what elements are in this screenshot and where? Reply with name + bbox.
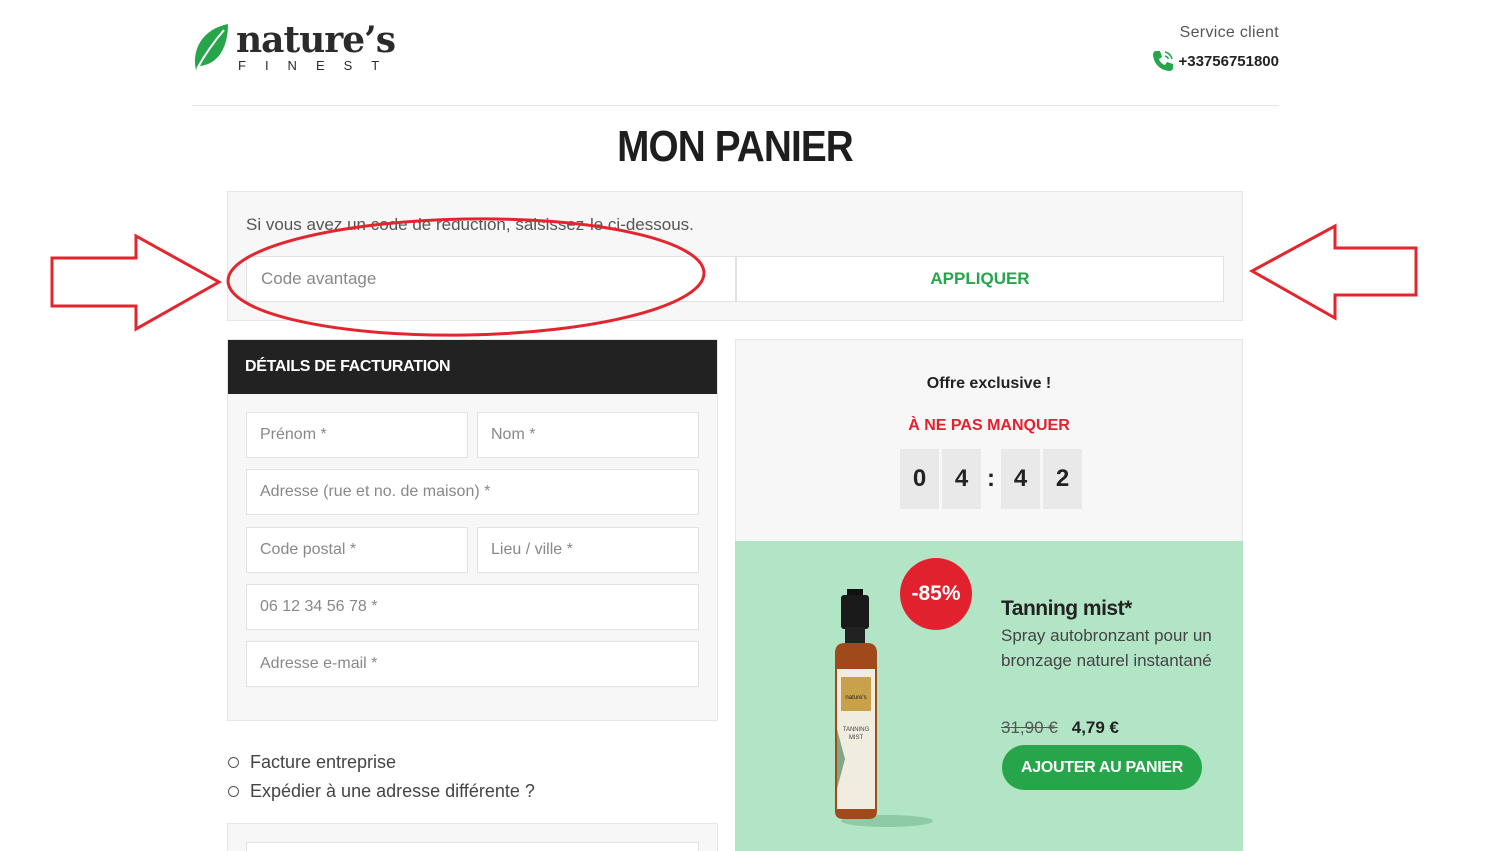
timer-digit: 4: [1001, 449, 1040, 509]
timer-digit: 0: [900, 449, 939, 509]
additional-section: [227, 823, 718, 851]
product-price: 31,90 € 4,79 €: [1001, 718, 1119, 738]
timer-digit: 2: [1043, 449, 1082, 509]
coupon-section: Si vous avez un code de réduction, saisi…: [227, 191, 1243, 321]
service-label: Service client: [1179, 24, 1279, 41]
upsell-product: nature's TANNING MIST -85% Tanning mist*…: [735, 541, 1243, 851]
city-field[interactable]: [477, 527, 699, 573]
logo-wordmark: nature’s: [236, 19, 396, 61]
left-pointing-arrow-icon: [1248, 223, 1418, 321]
offer-title: Offre exclusive !: [926, 375, 1052, 392]
company-invoice-label: Facture entreprise: [250, 752, 397, 772]
svg-text:TANNING: TANNING: [843, 727, 870, 733]
ship-different-option[interactable]: Expédier à une adresse différente ?: [228, 777, 535, 806]
offer-subtitle: À NE PAS MANQUER: [908, 417, 1070, 434]
apply-coupon-button[interactable]: APPLIQUER: [736, 256, 1224, 302]
radio-button[interactable]: [228, 786, 239, 797]
billing-options: Facture entreprise Expédier à une adress…: [228, 748, 535, 806]
coupon-code-input[interactable]: [246, 256, 736, 302]
site-header: nature’s FINEST Service client +33756751…: [192, 0, 1279, 106]
phone-number: +33756751800: [1178, 52, 1279, 70]
additional-field[interactable]: [246, 842, 699, 851]
leaf-icon: [195, 24, 228, 70]
phone-field[interactable]: [246, 584, 699, 630]
countdown-timer: 0 4 : 4 2: [900, 449, 1085, 509]
new-price: 4,79 €: [1071, 718, 1119, 737]
radio-button[interactable]: [228, 757, 239, 768]
product-name: Tanning mist*: [1001, 597, 1132, 620]
right-pointing-arrow-icon: [50, 233, 223, 332]
add-to-cart-button[interactable]: AJOUTER AU PANIER: [1002, 745, 1202, 790]
ship-different-label: Expédier à une adresse différente ?: [250, 781, 535, 801]
service-phone-link[interactable]: +33756751800: [1150, 48, 1279, 74]
billing-heading: DÉTAILS DE FACTURATION: [228, 340, 717, 394]
address-field[interactable]: [246, 469, 699, 515]
timer-separator: :: [987, 465, 995, 492]
email-field[interactable]: [246, 641, 699, 687]
billing-details: DÉTAILS DE FACTURATION: [227, 339, 718, 721]
svg-text:MIST: MIST: [849, 735, 864, 741]
svg-text:nature's: nature's: [845, 695, 866, 701]
phone-icon: [1153, 51, 1174, 71]
exclusive-offer: Offre exclusive ! À NE PAS MANQUER 0 4 :…: [735, 339, 1243, 542]
logo-tagline: FINEST: [238, 58, 399, 73]
timer-digit: 4: [942, 449, 981, 509]
discount-badge: -85%: [900, 558, 972, 630]
coupon-instructions: Si vous avez un code de réduction, saisi…: [246, 215, 694, 234]
last-name-field[interactable]: [477, 412, 699, 458]
old-price: 31,90 €: [1001, 718, 1058, 737]
customer-service: Service client +33756751800: [1150, 24, 1279, 74]
company-invoice-option[interactable]: Facture entreprise: [228, 748, 535, 777]
product-description: Spray autobronzant pour un bronzage natu…: [1001, 626, 1212, 670]
postal-code-field[interactable]: [246, 527, 468, 573]
logo[interactable]: nature’s FINEST: [192, 22, 398, 73]
page-title: MON PANIER: [617, 122, 854, 171]
first-name-field[interactable]: [246, 412, 468, 458]
